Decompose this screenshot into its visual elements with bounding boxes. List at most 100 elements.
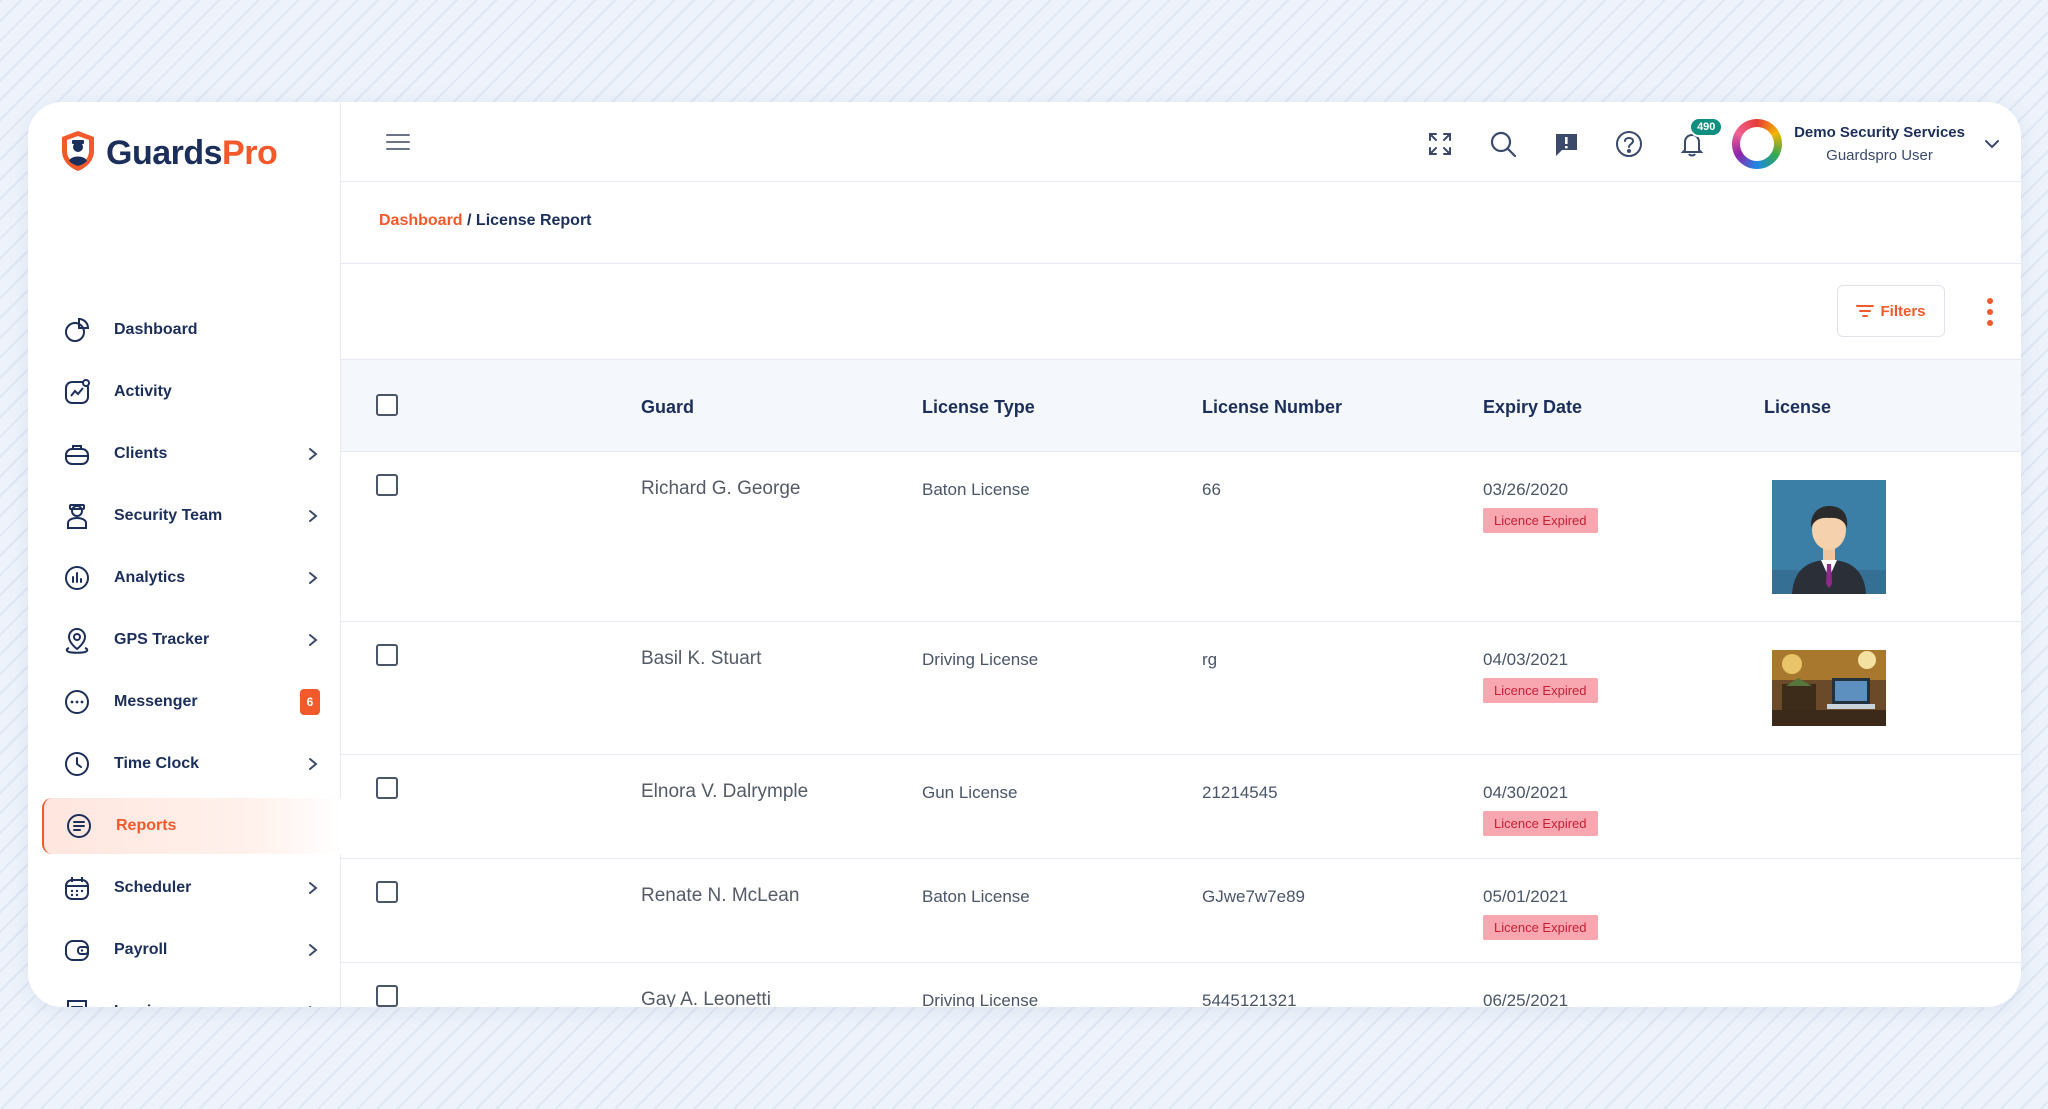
license-number: rg <box>1202 650 1218 669</box>
column-header-guard[interactable]: Guard <box>641 397 694 418</box>
column-header-expiry-date[interactable]: Expiry Date <box>1483 397 1582 418</box>
sidebar-item-label: Clients <box>114 445 168 462</box>
logo-text-pro: Pro <box>222 133 278 172</box>
sidebar-nav: Dashboard Activity Clients Security Team Ana… <box>42 302 342 1007</box>
logo[interactable]: GuardsPro <box>58 129 278 178</box>
sidebar-item-label: Activity <box>114 383 172 400</box>
row-checkbox[interactable] <box>376 985 398 1007</box>
reports-icon <box>64 811 94 841</box>
messenger-unread-badge: 6 <box>300 689 320 715</box>
expiry-date: 03/26/2020 <box>1483 480 1569 499</box>
license-type: Driving License <box>922 991 1039 1007</box>
notification-count-badge: 490 <box>1689 117 1724 137</box>
chevron-right-icon <box>309 572 318 584</box>
top-bar: 490 Demo Security Services Guardspro Use… <box>341 102 2021 182</box>
license-image[interactable] <box>1772 480 1886 594</box>
guard-name[interactable]: Gay A. Leonetti <box>641 989 771 1007</box>
table-row[interactable]: Renate N. McLean Baton License GJwe7w7e89 0… <box>341 859 2021 963</box>
sidebar-item-scheduler[interactable]: Scheduler <box>42 860 342 916</box>
breadcrumb-separator: / <box>462 212 476 229</box>
table-header: Guard License Type License Number Expiry… <box>341 360 2021 452</box>
column-header-license-type[interactable]: License Type <box>922 397 1035 418</box>
logo-shield-icon <box>58 129 98 178</box>
user-avatar[interactable] <box>1732 119 1783 169</box>
guard-name[interactable]: Basil K. Stuart <box>641 648 761 670</box>
sidebar-item-label: Scheduler <box>114 879 192 896</box>
license-type: Driving License <box>922 650 1039 669</box>
more-options-icon[interactable] <box>1985 296 1995 328</box>
table-row[interactable]: Basil K. Stuart Driving License rg 04/03/20… <box>341 622 2021 755</box>
table-row[interactable]: Richard G. George Baton License 66 03/26/20… <box>341 452 2021 622</box>
column-header-license-number[interactable]: License Number <box>1202 397 1342 418</box>
feedback-icon[interactable] <box>1549 127 1583 161</box>
table-body: Richard G. George Baton License 66 03/26/20… <box>341 452 2021 1007</box>
sidebar-item-label: Dashboard <box>114 321 198 338</box>
chevron-right-icon <box>309 758 318 770</box>
sidebar-item-activity[interactable]: Activity <box>42 364 342 420</box>
sidebar-item-time-clock[interactable]: Time Clock <box>42 736 342 792</box>
sidebar-item-invoicer[interactable]: Invoicer <box>42 984 342 1007</box>
breadcrumb-bar: Dashboard / License Report <box>341 182 2021 264</box>
sidebar-item-label: Time Clock <box>114 755 200 772</box>
user-role: Guardspro User <box>1826 147 1933 164</box>
main-content: 490 Demo Security Services Guardspro Use… <box>341 102 2021 1007</box>
user-info[interactable]: Demo Security Services Guardspro User <box>1794 124 1965 164</box>
help-icon[interactable] <box>1612 127 1646 161</box>
select-all-checkbox[interactable] <box>376 394 398 416</box>
breadcrumb-link-dashboard[interactable]: Dashboard <box>379 212 463 229</box>
guard-name[interactable]: Richard G. George <box>641 478 800 500</box>
expiry-date: 05/01/2021 <box>1483 887 1569 906</box>
expiry-date: 04/03/2021 <box>1483 650 1569 669</box>
sidebar-item-label: Reports <box>116 817 177 834</box>
sidebar-item-payroll[interactable]: Payroll <box>42 922 342 978</box>
table-row[interactable]: Gay A. Leonetti Driving License 5445121321… <box>341 963 2021 1007</box>
sidebar-item-reports[interactable]: Reports <box>42 798 342 854</box>
activity-icon <box>62 377 92 407</box>
row-checkbox[interactable] <box>376 881 398 903</box>
license-type: Baton License <box>922 887 1030 906</box>
status-badge: Licence Expired <box>1483 508 1598 533</box>
hamburger-menu-icon[interactable] <box>385 130 411 154</box>
analytics-icon <box>62 563 92 593</box>
row-checkbox[interactable] <box>376 777 398 799</box>
breadcrumb: Dashboard / License Report <box>379 212 592 230</box>
notifications-icon[interactable]: 490 <box>1675 117 1724 161</box>
license-number: 5445121321 <box>1202 991 1297 1007</box>
guard-name[interactable]: Renate N. McLean <box>641 885 799 907</box>
guard-name[interactable]: Elnora V. Dalrymple <box>641 781 808 803</box>
license-image[interactable] <box>1772 650 1886 726</box>
top-icons: 490 Demo Security Services Guardspro Use… <box>1423 117 2021 169</box>
sidebar: GuardsPro Dashboard Activity Clients Securi… <box>28 102 342 1007</box>
chevron-right-icon <box>309 944 318 956</box>
chevron-right-icon <box>309 882 318 894</box>
chevron-right-icon <box>309 510 318 522</box>
sidebar-item-label: GPS Tracker <box>114 631 210 648</box>
status-badge: Licence Expired <box>1483 678 1598 703</box>
sidebar-item-analytics[interactable]: Analytics <box>42 550 342 606</box>
license-type: Gun License <box>922 783 1018 802</box>
chevron-right-icon <box>309 634 318 646</box>
user-company: Demo Security Services <box>1794 124 1965 141</box>
breadcrumb-current: License Report <box>475 212 592 229</box>
wallet-icon <box>62 935 92 965</box>
calendar-icon <box>62 873 92 903</box>
table-row[interactable]: Elnora V. Dalrymple Gun License 21214545 04… <box>341 755 2021 859</box>
dashboard-icon <box>62 315 92 345</box>
sidebar-item-gps-tracker[interactable]: GPS Tracker <box>42 612 342 668</box>
expiry-date: 06/25/2021 <box>1483 991 1569 1007</box>
gps-icon <box>62 625 92 655</box>
fullscreen-icon[interactable] <box>1423 127 1457 161</box>
filters-button[interactable]: Filters <box>1837 285 1945 337</box>
sidebar-item-messenger[interactable]: Messenger 6 <box>42 674 342 730</box>
row-checkbox[interactable] <box>376 644 398 666</box>
table-toolbar: Filters <box>341 264 2021 360</box>
sidebar-item-security-team[interactable]: Security Team <box>42 488 342 544</box>
sidebar-item-dashboard[interactable]: Dashboard <box>42 302 342 358</box>
row-checkbox[interactable] <box>376 474 398 496</box>
license-type: Baton License <box>922 480 1030 499</box>
invoice-icon <box>62 997 92 1007</box>
sidebar-item-label: Security Team <box>114 507 223 524</box>
sidebar-item-clients[interactable]: Clients <box>42 426 342 482</box>
search-icon[interactable] <box>1486 127 1520 161</box>
chevron-down-icon[interactable] <box>1983 135 2001 153</box>
